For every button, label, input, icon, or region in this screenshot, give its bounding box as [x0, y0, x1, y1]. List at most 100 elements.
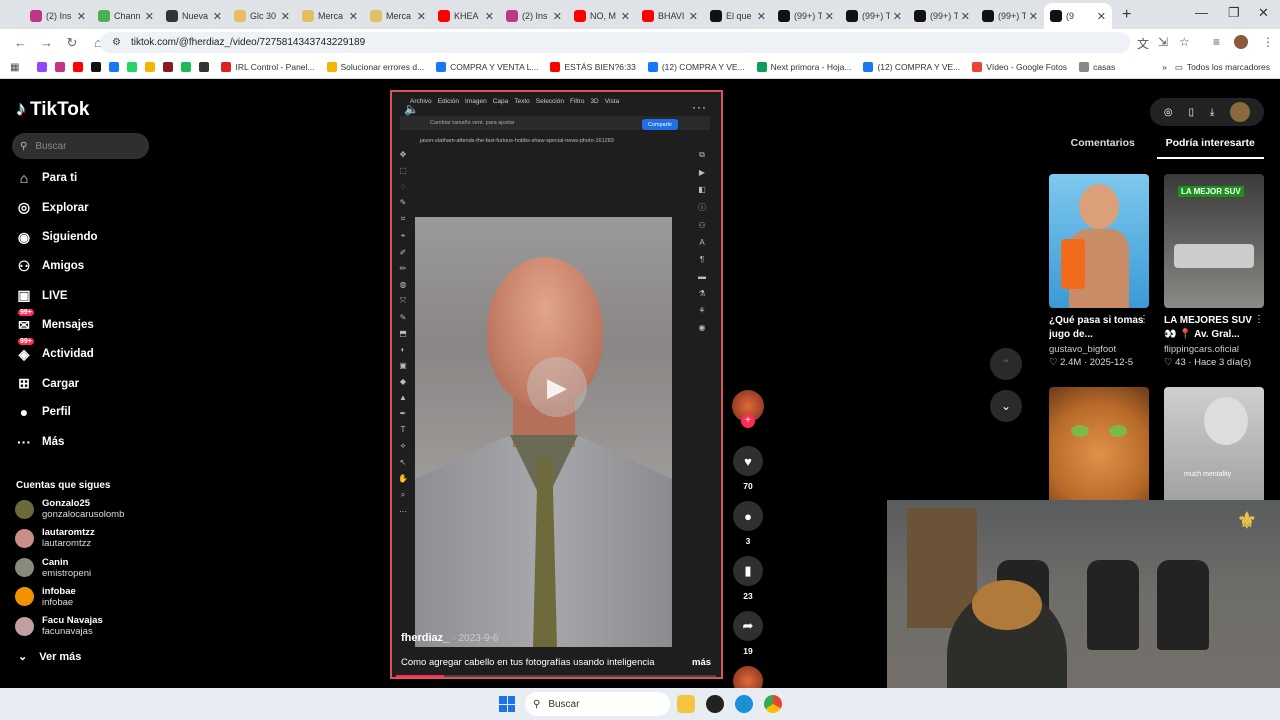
browser-tab[interactable]: (99+) T ✕ [908, 3, 976, 29]
tab-close-icon[interactable]: ✕ [213, 10, 222, 23]
restore-icon[interactable]: ❐ [1228, 5, 1240, 21]
profile-avatar[interactable] [1234, 35, 1248, 49]
close-window-icon[interactable]: ✕ [1258, 5, 1269, 21]
volume-icon[interactable]: 🔈 [404, 102, 419, 116]
next-video-button[interactable]: ⌄ [990, 390, 1022, 422]
browser-tab[interactable]: (9 ✕ [1044, 3, 1112, 29]
browser-tab[interactable]: KHEA ✕ [432, 3, 500, 29]
reload-icon[interactable]: ↻ [66, 35, 78, 51]
twitch-icon[interactable] [37, 62, 48, 72]
followed-account[interactable]: Gonzalo25 gonzalocarusolomb [15, 498, 124, 520]
install-icon[interactable]: ⇲ [1158, 35, 1168, 49]
follow-plus-icon[interactable]: + [741, 414, 755, 428]
browser-tab[interactable]: El que ✕ [704, 3, 772, 29]
user-avatar[interactable] [1230, 102, 1251, 122]
bookmark-item[interactable]: IRL Control - Panel... [221, 62, 315, 72]
followed-account[interactable]: lautaromtzz lautaromtzz [15, 527, 95, 549]
like-button[interactable]: ♥ [733, 446, 763, 476]
followed-account[interactable]: infobae infobae [15, 586, 76, 608]
bookmarks-overflow-icon[interactable]: » [1162, 62, 1167, 72]
card-more-icon[interactable]: ⋮ [1139, 314, 1149, 325]
comment-button[interactable]: ● [733, 501, 763, 531]
tab-suggested[interactable]: Podría interesarte [1156, 137, 1264, 159]
browser-tab[interactable]: (99+) T ✕ [976, 3, 1044, 29]
followed-account[interactable]: Canin emistropeni [15, 557, 91, 579]
tab-close-icon[interactable]: ✕ [77, 10, 86, 23]
save-button[interactable]: ▮ [733, 556, 763, 586]
browser-tab[interactable]: Merca ✕ [296, 3, 364, 29]
taskbar-search[interactable]: ⚲ Buscar [525, 692, 670, 716]
file-explorer-icon[interactable] [677, 695, 695, 713]
minimize-icon[interactable]: — [1195, 5, 1208, 20]
sidebar-item-perfil[interactable]: ● Perfil [14, 404, 71, 420]
browser-tab[interactable]: Chann ✕ [92, 3, 160, 29]
browser-tab[interactable]: (2) Ins ✕ [24, 3, 92, 29]
bookmark-icon-9[interactable] [181, 62, 192, 72]
coins-icon[interactable]: ◎ [1164, 107, 1173, 118]
caption-more-button[interactable]: más [692, 657, 711, 668]
card-more-icon[interactable]: ⋮ [1254, 314, 1264, 325]
tab-close-icon[interactable]: ✕ [757, 10, 766, 23]
tab-close-icon[interactable]: ✕ [689, 10, 698, 23]
bookmark-icon-8[interactable] [163, 62, 174, 72]
followed-account[interactable]: Facu Navajas facunavajas [15, 615, 103, 637]
bookmark-item[interactable]: (12) COMPRA Y VE... [863, 62, 960, 72]
back-icon[interactable]: ← [14, 35, 27, 50]
tab-close-icon[interactable]: ✕ [553, 10, 562, 23]
all-bookmarks-folder[interactable]: ▭ Todos los marcadores [1175, 62, 1270, 73]
video-player[interactable]: Archivo Edición Imagen Capa Texto Selección Fi… [390, 90, 723, 679]
youtube-icon[interactable] [73, 62, 84, 72]
sidebar-item-actividad[interactable]: ◈ 99+ Actividad [14, 337, 94, 363]
tab-close-icon[interactable]: ✕ [1097, 10, 1106, 23]
tab-close-icon[interactable]: ✕ [621, 10, 630, 23]
star-icon[interactable]: ☆ [1179, 35, 1190, 49]
creator-avatar[interactable]: + [732, 390, 764, 428]
tab-close-icon[interactable]: ✕ [893, 10, 902, 23]
chrome-icon[interactable] [764, 695, 782, 713]
windows-start-icon[interactable] [499, 696, 515, 712]
play-icon[interactable]: ▶ [527, 357, 587, 417]
bookmark-item[interactable]: casas [1079, 62, 1115, 72]
bookmark-item[interactable]: ESTÁS BIEN?6:33 [550, 62, 636, 72]
new-tab-button[interactable]: + [1122, 6, 1131, 24]
download-icon[interactable]: ⤓ [1210, 107, 1214, 118]
browser-tab[interactable]: NO, M ✕ [568, 3, 636, 29]
bookmark-item[interactable]: Vídeo - Google Fotos [972, 62, 1067, 72]
sidebar-item-cargar[interactable]: ⊞ Cargar [14, 375, 79, 392]
tab-close-icon[interactable]: ✕ [417, 10, 426, 23]
browser-tab[interactable]: Nueva ✕ [160, 3, 228, 29]
tab-close-icon[interactable]: ✕ [281, 10, 290, 23]
tab-close-icon[interactable]: ✕ [145, 10, 154, 23]
url-field[interactable]: ⚙ tiktok.com/@fherdiaz_/video/7275814343… [100, 32, 1130, 53]
share-button[interactable]: ➦ [733, 611, 763, 641]
menu-dots-icon[interactable]: ⋮ [1262, 35, 1274, 49]
sidebar-item-amigos[interactable]: ⚇ Amigos [14, 258, 84, 275]
sidebar-item-más[interactable]: ··· Más [14, 434, 64, 450]
tab-close-icon[interactable]: ✕ [349, 10, 358, 23]
tab-close-icon[interactable]: ✕ [961, 10, 970, 23]
sidebar-item-explorar[interactable]: ◎ Explorar [14, 199, 89, 216]
device-icon[interactable]: ▯ [1188, 107, 1194, 118]
see-more-button[interactable]: ⌄ Ver más [18, 650, 81, 663]
tab-close-icon[interactable]: ✕ [825, 10, 834, 23]
obs-icon[interactable] [706, 695, 724, 713]
sidebar-item-siguiendo[interactable]: ◉ Siguiendo [14, 229, 98, 246]
x-icon[interactable] [91, 62, 102, 72]
previous-video-button[interactable]: ⌃ [990, 348, 1022, 380]
apps-grid-icon[interactable]: ▦ [10, 62, 19, 73]
suggested-card[interactable]: ¿Qué pasa si tomas jugo de... gustavo_bi… [1049, 174, 1149, 368]
bookmark-item[interactable]: Next primora - Hoja... [756, 62, 851, 72]
suggested-card[interactable]: LA MEJOR SUV LA MEJORES SUV 👀 📍 Av. Gral… [1164, 174, 1264, 368]
browser-tab[interactable]: (2) Ins ✕ [500, 3, 568, 29]
browser-tab[interactable]: BHAVI ✕ [636, 3, 704, 29]
browser-tab[interactable]: Merca ✕ [364, 3, 432, 29]
browser-tab[interactable]: Glc 30 ✕ [228, 3, 296, 29]
browser-tab[interactable]: (99+) T ✕ [840, 3, 908, 29]
bookmark-item[interactable]: Solucionar errores d... [326, 62, 424, 72]
bookmark-icon-10[interactable] [199, 62, 210, 72]
tiktok-logo[interactable]: ♪ TikTok [16, 98, 89, 121]
sidebar-item-live[interactable]: ▣ LIVE [14, 287, 67, 304]
sidebar-item-mensajes[interactable]: ✉ 99+ Mensajes [14, 308, 94, 334]
tab-close-icon[interactable]: ✕ [1029, 10, 1038, 23]
drive-icon[interactable] [145, 62, 156, 72]
